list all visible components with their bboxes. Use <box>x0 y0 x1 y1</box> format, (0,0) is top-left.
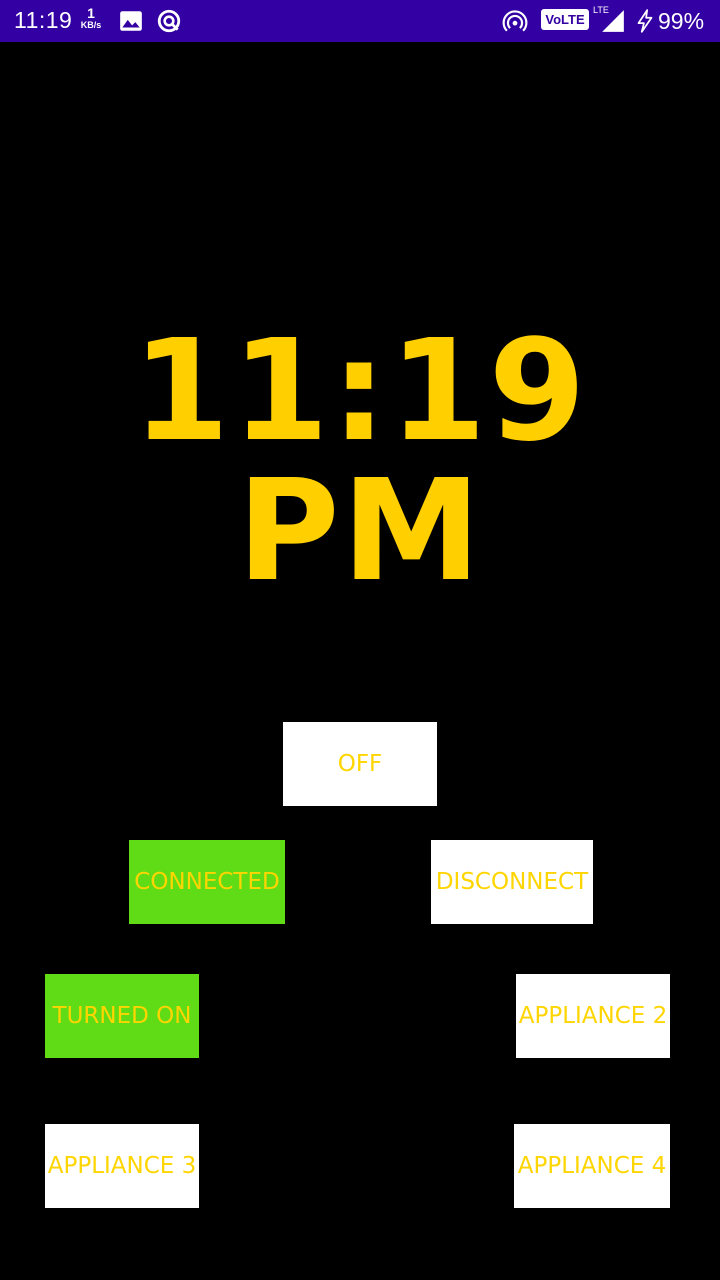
network-speed: 1 KB/s <box>76 6 106 30</box>
sync-icon <box>157 9 181 33</box>
hotspot-icon <box>502 10 528 32</box>
image-icon <box>120 11 142 31</box>
appliance-3-button[interactable]: APPLIANCE 3 <box>45 1124 199 1208</box>
charging-icon <box>637 9 653 33</box>
appliance-1-button[interactable]: TURNED ON <box>45 974 199 1058</box>
network-speed-value: 1 <box>87 5 95 21</box>
connect-button[interactable]: CONNECTED <box>129 840 285 924</box>
status-bar: 11:19 1 KB/s VoLTE LTE 99% <box>0 0 720 42</box>
appliance-4-button[interactable]: APPLIANCE 4 <box>514 1124 670 1208</box>
status-time: 11:19 <box>14 7 73 33</box>
battery-percentage: 99% <box>658 8 705 34</box>
network-speed-unit: KB/s <box>80 20 102 30</box>
disconnect-button[interactable]: DISCONNECT <box>431 840 593 924</box>
master-power-button[interactable]: OFF <box>283 722 437 806</box>
volte-badge: VoLTE <box>541 9 589 30</box>
signal-icon <box>602 10 624 32</box>
appliance-2-button[interactable]: APPLIANCE 2 <box>516 974 670 1058</box>
digital-clock: 11:19 PM <box>132 310 588 613</box>
